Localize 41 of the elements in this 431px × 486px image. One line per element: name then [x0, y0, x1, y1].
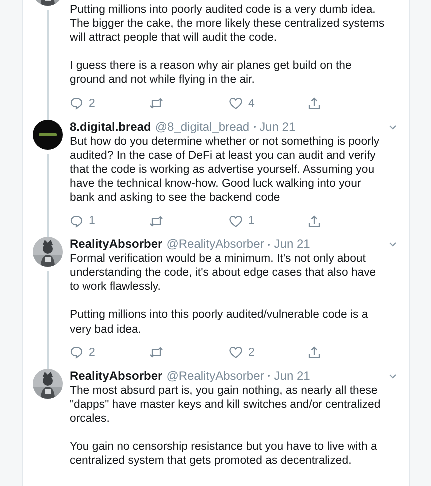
reply-icon[interactable] [70, 346, 83, 360]
tweet-text: You gain no censorship resistance but you have to live with a centralized system that gets promoted as decentralized. [70, 440, 378, 468]
chevron-down-icon[interactable] [389, 374, 397, 379]
reply-icon[interactable] [70, 214, 83, 228]
tweet-text: Putting millions into poorly audited code is a very dumb idea. The bigger the cake, the more likely these centralized systems will attract people that will audit the code. [70, 3, 386, 46]
tweet-text: Putting millions into this poorly audited/vulnerable code is a very bad idea. [70, 308, 370, 337]
separator-dot-icon [268, 244, 270, 246]
heart-icon[interactable] [228, 214, 242, 228]
separator-dot-icon [268, 375, 270, 378]
like-count: 2 [248, 346, 255, 359]
author-handle[interactable]: @RealityAbsorber [166, 368, 264, 384]
author-name[interactable]: RealityAbsorber [70, 237, 163, 252]
share-icon[interactable] [308, 214, 321, 228]
retweet-icon[interactable] [149, 346, 164, 360]
tweet-date[interactable]: Jun 21 [260, 120, 296, 135]
like-count: 1 [248, 215, 255, 228]
tweet-date[interactable]: Jun 21 [274, 237, 310, 252]
tweet-text: But how do you determine whether or not something is poorly audited? In the case of DeFi at least you can audit and verify that the code is working as advertise yourself. Assuming you have the technical know-how. Good luck walking into your bank and asking to see the backend code [70, 134, 381, 206]
author-name[interactable]: RealityAbsorber [70, 368, 163, 384]
heart-icon[interactable] [228, 346, 242, 360]
tweet-text: Formal verification would be a minimum. It's not only about understanding the code, it's about edge cases that also have to work flawlessly. [70, 252, 378, 294]
logo-icon [33, 120, 63, 150]
author-name[interactable]: 8.digital.bread [70, 120, 152, 135]
reply-icon[interactable] [70, 97, 83, 110]
author-handle[interactable]: @8_digital_bread [155, 120, 250, 135]
share-icon[interactable] [308, 346, 321, 360]
reply-count: 2 [89, 98, 96, 110]
chevron-down-icon[interactable] [389, 242, 397, 248]
reply-count: 1 [89, 215, 96, 228]
retweet-icon[interactable] [149, 97, 164, 110]
tweet-text: The most absurd part is, you gain nothing, as nearly all these "dapps" have master keys and kill switches and/or centralized orcales. [70, 384, 382, 426]
tweet-text: I guess there is a reason why air planes get build on the ground and not while flying in the air. [70, 59, 353, 88]
like-count: 4 [248, 98, 255, 110]
heart-icon[interactable] [228, 97, 242, 110]
reply-count: 2 [89, 346, 96, 359]
share-icon[interactable] [308, 97, 321, 110]
separator-dot-icon [254, 126, 256, 128]
chevron-down-icon[interactable] [389, 124, 397, 130]
retweet-icon[interactable] [149, 214, 164, 228]
tweet-date[interactable]: Jun 21 [274, 368, 310, 384]
author-handle[interactable]: @RealityAbsorber [166, 237, 264, 252]
